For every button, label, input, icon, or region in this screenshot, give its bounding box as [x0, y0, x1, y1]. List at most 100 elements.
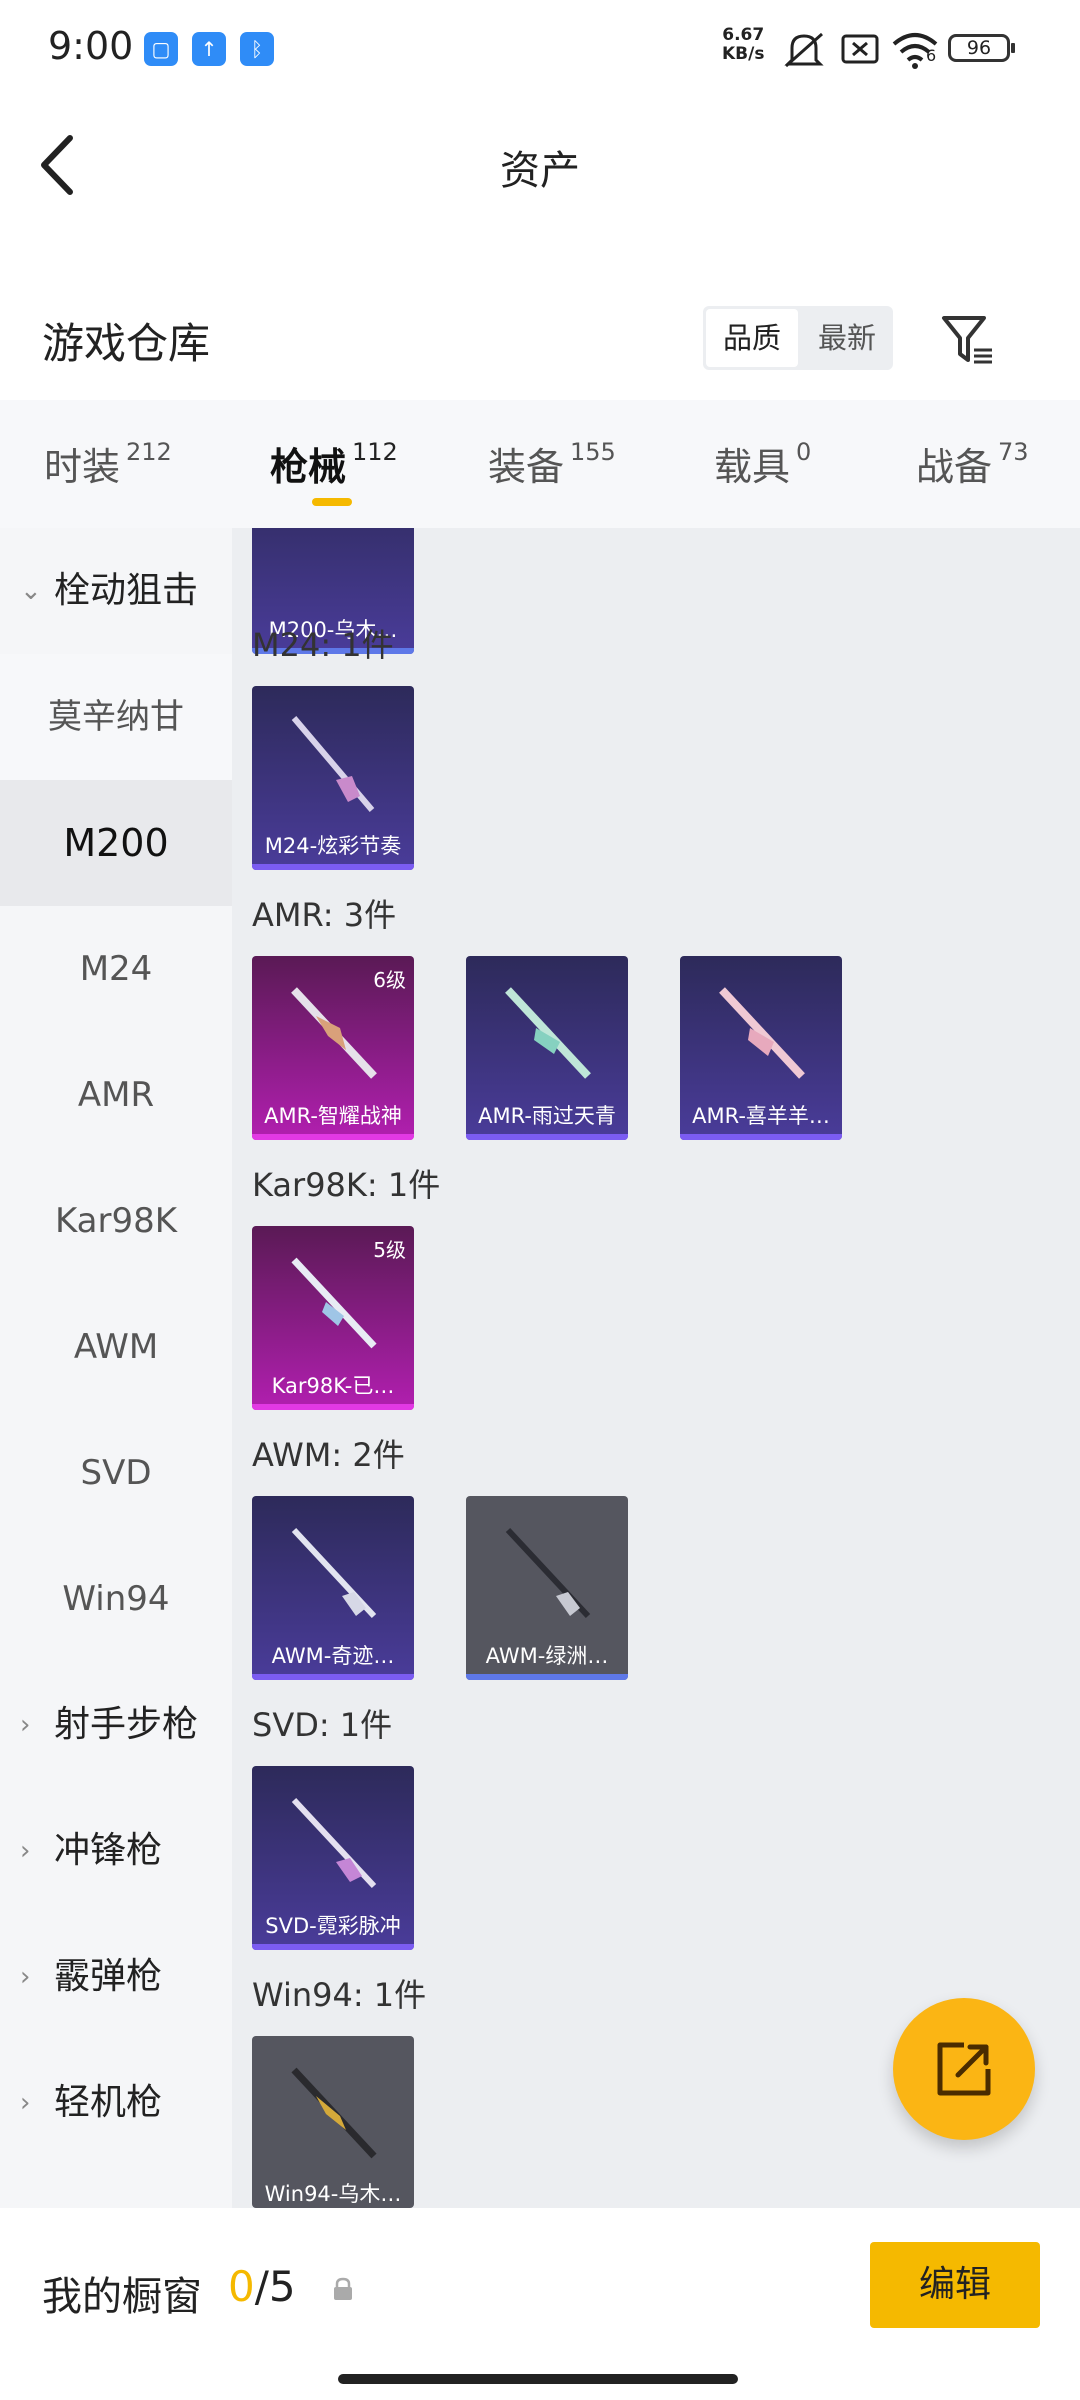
bluetooth-icon: ᛒ	[240, 32, 274, 66]
sidebar-item-svd[interactable]: SVD	[0, 1410, 232, 1536]
sidebar-item-win94[interactable]: Win94	[0, 1536, 232, 1662]
rarity-bar	[252, 864, 414, 870]
status-bar: 9:00 ▢ ↑ ᛒ 6.67 KB/s 6 96	[0, 0, 1080, 100]
app-icon: ▢	[144, 32, 178, 66]
rifle-image	[291, 987, 377, 1079]
sort-option-quality[interactable]: 品质	[706, 309, 798, 367]
sidebar-group-marksman[interactable]: › 射手步枪	[0, 1662, 232, 1788]
sidebar-item-label: 轻机枪	[54, 2082, 163, 2123]
weapon-card[interactable]: AMR-雨过天青	[466, 956, 628, 1140]
tab-tactical[interactable]: 战备 73	[916, 436, 1029, 491]
edit-button[interactable]: 编辑	[870, 2242, 1040, 2328]
weapon-card[interactable]: 6级 AMR-智耀战神	[252, 956, 414, 1140]
tab-label: 载具	[714, 445, 791, 489]
weapon-card-name: AWM-奇迹…	[271, 1644, 395, 1668]
app-header: 资产	[0, 100, 1080, 230]
section-label: AMR: 3件	[252, 896, 397, 934]
rifle-image	[291, 1257, 377, 1349]
sidebar-item-m200[interactable]: M200	[0, 780, 232, 906]
weapon-card-name: Win94-乌木…	[264, 2182, 402, 2206]
sort-option-newest[interactable]: 最新	[801, 306, 893, 370]
weapon-card[interactable]: 5级 Kar98K-已…	[252, 1226, 414, 1410]
tab-count: 0	[796, 438, 812, 466]
weapon-card[interactable]: Win94-乌木…	[252, 2036, 414, 2208]
rifle-image	[291, 716, 375, 812]
rarity-bar	[252, 1944, 414, 1950]
sidebar-group-bolt-action[interactable]: ⌄ 栓动狙击	[0, 528, 232, 654]
weapon-card-name: AMR-雨过天青	[478, 1104, 616, 1128]
tab-count: 73	[998, 438, 1029, 466]
rifle-image	[505, 1527, 591, 1619]
section-label: Kar98K: 1件	[252, 1166, 441, 1204]
rarity-bar	[466, 1674, 628, 1680]
rarity-bar	[680, 1134, 842, 1140]
weapon-card-name: SVD-霓彩脉冲	[265, 1914, 401, 1938]
showcase-label: 我的橱窗	[42, 2274, 202, 2320]
weapon-card-name: AMR-喜羊羊…	[692, 1104, 830, 1128]
rarity-bar	[252, 1404, 414, 1410]
warehouse-title: 游戏仓库	[42, 319, 211, 368]
chevron-right-icon: ›	[20, 2088, 31, 2118]
showcase-count-total: /5	[254, 2262, 296, 2311]
net-speed: 6.67 KB/s	[722, 26, 764, 64]
tab-firearms[interactable]: 枪械 112	[270, 436, 398, 491]
mute-icon	[784, 32, 824, 68]
tab-label: 装备	[488, 445, 565, 489]
weapon-grid: M200-乌木… M24: 1件 M24-炫彩节奏 AMR: 3件 6级 AMR…	[232, 528, 1080, 2208]
rifle-image	[291, 1797, 377, 1889]
sidebar-item-label: 射手步枪	[54, 1704, 199, 1745]
page-title: 资产	[500, 148, 580, 194]
sidebar-item-amr[interactable]: AMR	[0, 1032, 232, 1158]
showcase-count-current: 0	[228, 2262, 255, 2311]
showcase-bar: 我的橱窗 0/5 编辑	[0, 2208, 1080, 2400]
showcase-count: 0/5	[228, 2262, 296, 2311]
home-indicator	[338, 2374, 738, 2384]
sidebar-item-label: 霰弹枪	[54, 1956, 163, 1997]
tab-label: 时装	[44, 445, 121, 489]
weapon-card-name: AMR-智耀战神	[264, 1104, 402, 1128]
rifle-image	[719, 987, 805, 1079]
section-label: Win94: 1件	[252, 1976, 427, 2014]
battery-icon: 96	[948, 34, 1015, 62]
share-button[interactable]	[893, 1998, 1035, 2140]
weapon-card[interactable]: M24-炫彩节奏	[252, 686, 414, 870]
sidebar-item-label: 栓动狙击	[54, 570, 199, 611]
tab-label: 战备	[916, 445, 993, 489]
rifle-image	[291, 1527, 377, 1619]
sidebar-item-kar98k[interactable]: Kar98K	[0, 1158, 232, 1284]
filter-icon[interactable]	[938, 310, 998, 370]
tab-count: 212	[126, 438, 172, 466]
weapon-card-name: M24-炫彩节奏	[264, 834, 402, 858]
sidebar-item-mosin[interactable]: 莫辛纳甘	[0, 654, 232, 780]
weapon-card[interactable]: AWM-奇迹…	[252, 1496, 414, 1680]
tab-vehicles[interactable]: 载具 0	[714, 436, 811, 491]
chevron-right-icon: ›	[20, 1710, 31, 1740]
weapon-sidebar: ⌄ 栓动狙击 莫辛纳甘 M200 M24 AMR Kar98K AWM SVD W…	[0, 528, 232, 2208]
rifle-image	[291, 2067, 377, 2159]
tab-fashion[interactable]: 时装 212	[44, 436, 172, 491]
weapon-card[interactable]: SVD-霓彩脉冲	[252, 1766, 414, 1950]
sidebar-group-smg[interactable]: › 冲锋枪	[0, 1788, 232, 1914]
section-label: AWM: 2件	[252, 1436, 405, 1474]
share-external-icon	[937, 2042, 991, 2096]
sidebar-group-lmg[interactable]: › 轻机枪	[0, 2040, 232, 2166]
section-label: SVD: 1件	[252, 1706, 393, 1744]
no-sim-icon	[841, 34, 879, 64]
sidebar-item-m24[interactable]: M24	[0, 906, 232, 1032]
tab-equipment[interactable]: 装备 155	[488, 436, 616, 491]
sidebar-group-shotgun[interactable]: › 霰弹枪	[0, 1914, 232, 2040]
weapon-card[interactable]: AMR-喜羊羊…	[680, 956, 842, 1140]
lock-icon	[334, 2277, 352, 2300]
rarity-bar	[252, 1674, 414, 1680]
wifi-badge: 6	[926, 46, 937, 65]
net-speed-unit: KB/s	[722, 44, 765, 64]
net-speed-value: 6.67	[722, 25, 765, 45]
tab-count: 155	[570, 438, 616, 466]
rarity-bar	[466, 1134, 628, 1140]
warehouse-header: 游戏仓库 品质 最新	[0, 230, 1080, 400]
weapon-card[interactable]: AWM-绿洲…	[466, 1496, 628, 1680]
section-label: M24: 1件	[252, 626, 394, 664]
category-tabs: 时装 212 枪械 112 装备 155 载具 0 战备 73	[0, 400, 1080, 528]
sidebar-item-awm[interactable]: AWM	[0, 1284, 232, 1410]
weapon-card-name: Kar98K-已…	[271, 1374, 395, 1398]
